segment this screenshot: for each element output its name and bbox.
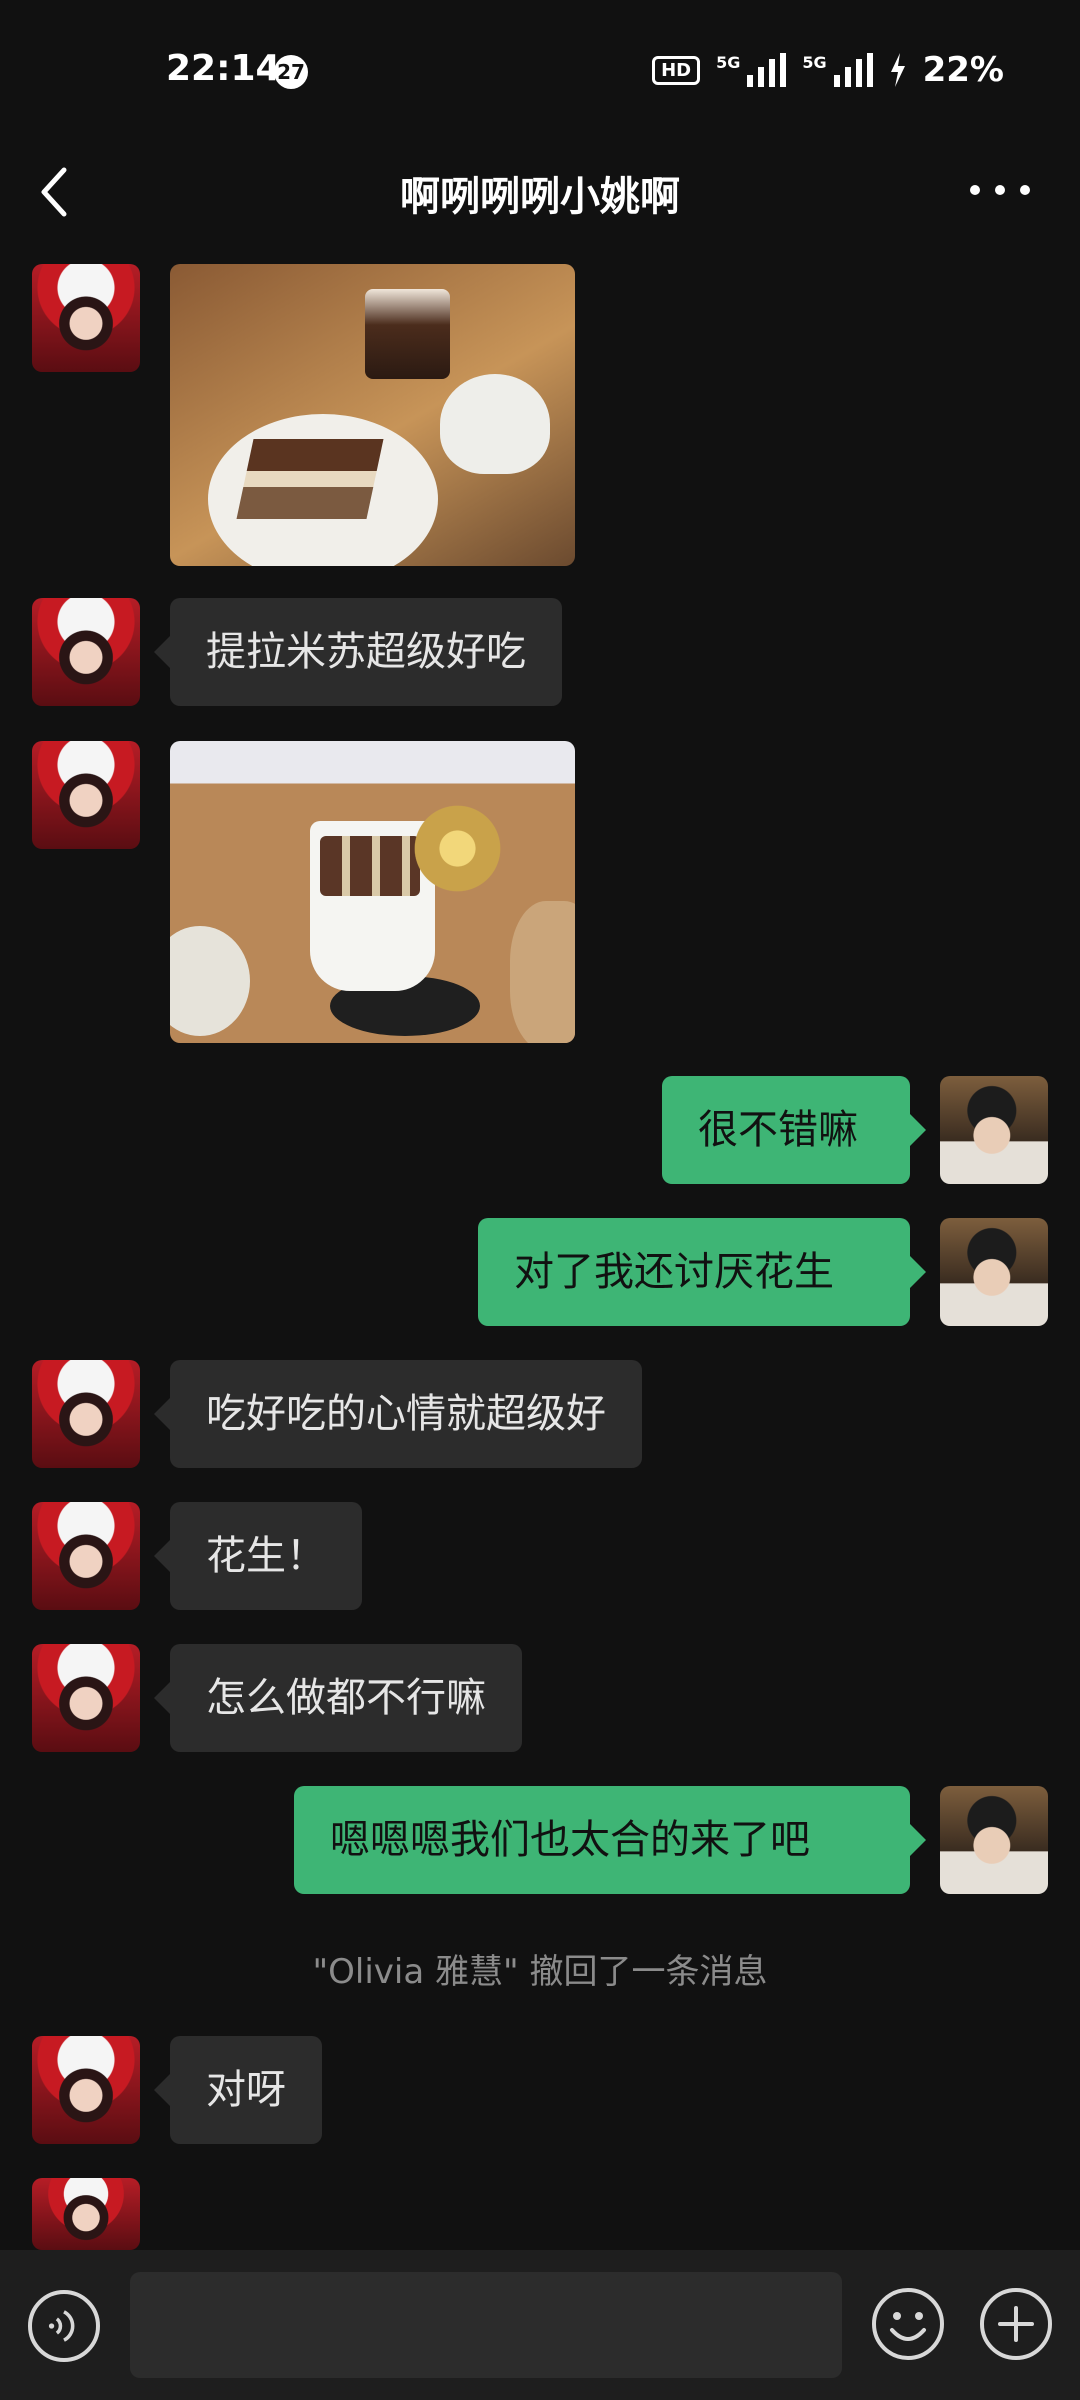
status-time: 22:14	[166, 48, 281, 89]
contact-avatar[interactable]	[32, 598, 140, 706]
battery-level: 22%	[922, 50, 1004, 90]
incoming-message[interactable]: 吃好吃的心情就超级好	[154, 1360, 642, 1468]
contact-avatar[interactable]	[32, 2178, 140, 2250]
outgoing-message[interactable]: 对了我还讨厌花生	[478, 1218, 926, 1326]
contact-avatar[interactable]	[32, 264, 140, 372]
message-input[interactable]	[130, 2272, 842, 2378]
contact-avatar[interactable]	[32, 1360, 140, 1468]
photo-lid	[510, 901, 575, 1043]
incoming-message[interactable]: 对呀	[154, 2036, 322, 2144]
contact-avatar[interactable]	[32, 2036, 140, 2144]
photo-glass	[170, 926, 250, 1036]
photo-drink	[365, 289, 450, 379]
photo-cup	[440, 374, 550, 474]
photo-flower	[405, 801, 510, 896]
photo-cake	[236, 439, 384, 519]
charging-icon	[890, 53, 905, 87]
more-options-icon[interactable]	[970, 180, 1030, 200]
input-bar	[0, 2250, 1080, 2400]
notification-count-badge: 27	[274, 55, 308, 89]
my-avatar[interactable]	[940, 1076, 1048, 1184]
signal-icon-2: 5G	[802, 53, 873, 87]
hd-voice-icon: HD	[652, 55, 701, 85]
plus-icon[interactable]	[978, 2286, 1054, 2362]
recall-notice: "Olivia 雅慧" 撤回了一条消息	[312, 1952, 768, 1992]
incoming-message[interactable]: 怎么做都不行嘛	[154, 1644, 522, 1752]
image-message-drink[interactable]	[170, 741, 575, 1043]
incoming-message[interactable]: 提拉米苏超级好吃	[154, 598, 562, 706]
network-label-2: 5G	[802, 53, 827, 72]
network-label-1: 5G	[716, 53, 741, 72]
outgoing-message[interactable]: 嗯嗯嗯我们也太合的来了吧	[294, 1786, 926, 1894]
contact-avatar[interactable]	[32, 1644, 140, 1752]
outgoing-message[interactable]: 很不错嘛	[662, 1076, 926, 1184]
chat-title: 啊咧咧咧小姚啊	[400, 174, 680, 220]
image-message-tiramisu[interactable]	[170, 264, 575, 566]
my-avatar[interactable]	[940, 1786, 1048, 1894]
incoming-message[interactable]: 花生！	[154, 1502, 362, 1610]
chat-header: 啊咧咧咧小姚啊	[0, 140, 1080, 250]
voice-icon[interactable]	[28, 2290, 100, 2362]
signal-icon-1: 5G	[716, 53, 787, 87]
contact-avatar[interactable]	[32, 741, 140, 849]
emoji-icon[interactable]	[870, 2286, 946, 2362]
contact-avatar[interactable]	[32, 1502, 140, 1610]
my-avatar[interactable]	[940, 1218, 1048, 1326]
status-bar: 22:14 27 HD 5G 5G 22%	[0, 0, 1080, 140]
